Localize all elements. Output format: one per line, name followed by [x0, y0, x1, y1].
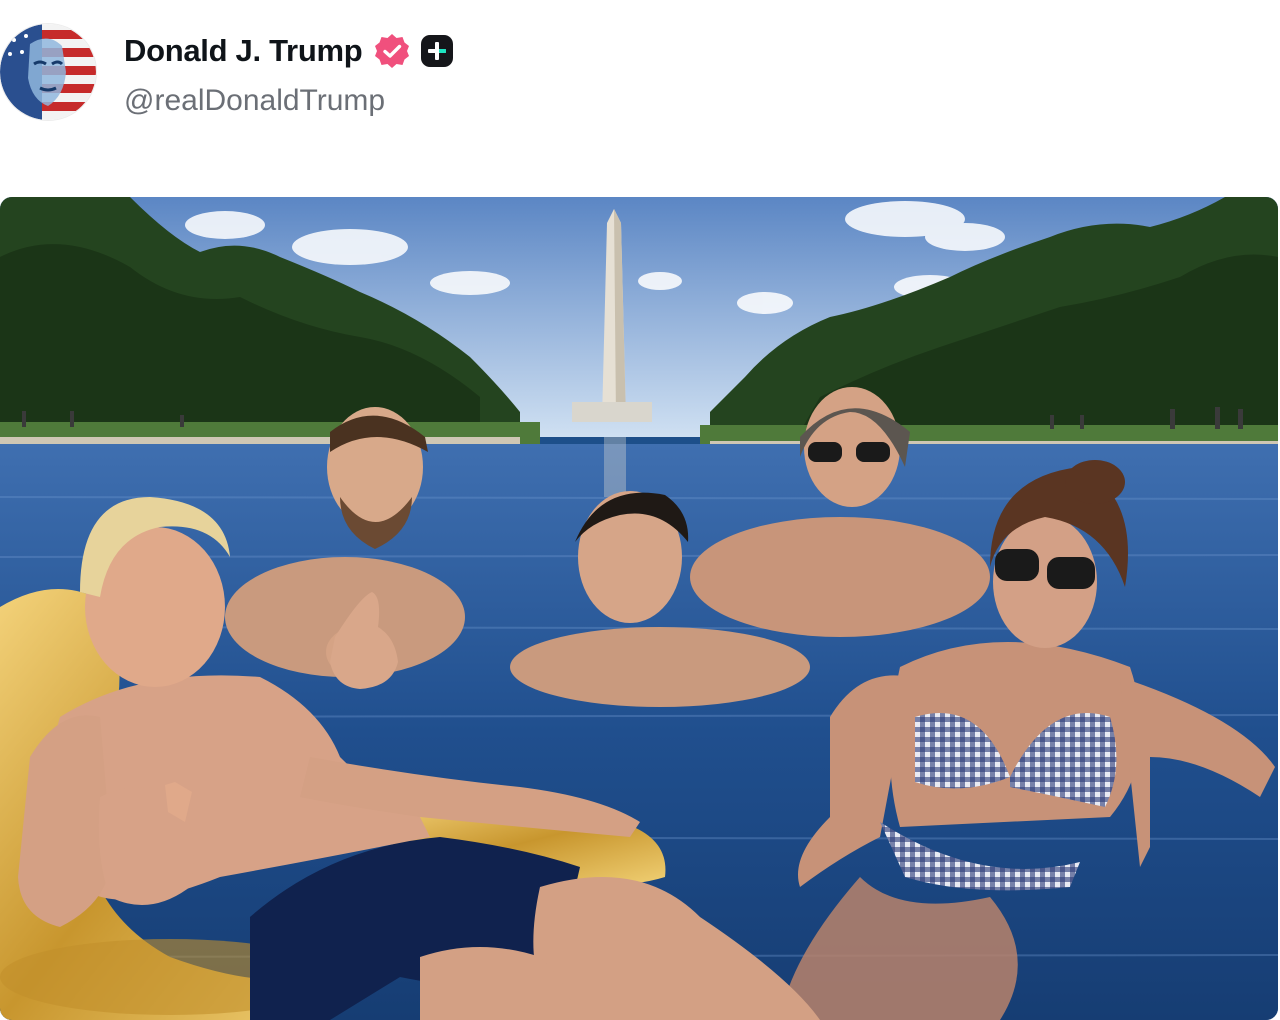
author-handle[interactable]: @realDonaldTrump — [124, 84, 385, 118]
author-display-name[interactable]: Donald J. Trump — [124, 33, 363, 69]
photo-image — [0, 197, 1278, 1020]
post-header: Donald J. Trump @realDonaldTrump — [0, 0, 1280, 190]
post-media-photo[interactable] — [0, 197, 1278, 1020]
avatar[interactable] — [0, 24, 96, 120]
verified-badge-icon — [375, 34, 410, 68]
plus-badge-icon — [421, 35, 454, 67]
avatar-image — [0, 24, 96, 120]
author-name-row: Donald J. Trump — [124, 30, 454, 72]
